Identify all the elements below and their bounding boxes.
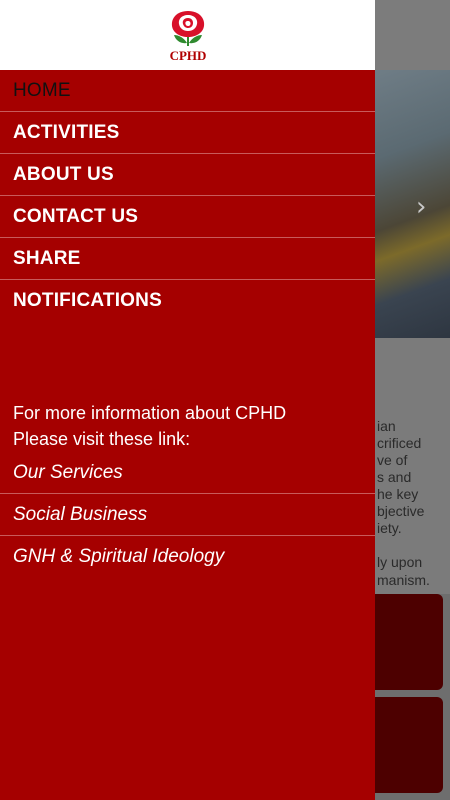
background-text-line: ve of [377,452,408,468]
info-text: For more information about CPHD Please v… [13,400,286,452]
background-text-line: s and [377,469,412,485]
link-gnh-spiritual-ideology[interactable]: GNH & Spiritual Ideology [0,536,375,578]
menu-item-contact-us[interactable]: CONTACT US [0,196,375,238]
navigation-drawer: CPHD HOME ACTIVITIES ABOUT US CONTACT US… [0,0,375,800]
background-text-line: ian [377,418,396,434]
background-text-line: iety. [377,520,402,536]
info-line: For more information about CPHD [13,403,287,423]
drawer-menu: HOME ACTIVITIES ABOUT US CONTACT US SHAR… [0,70,375,322]
background-text-line: manism. [377,572,430,588]
link-social-business[interactable]: Social Business [0,494,375,536]
background-tile[interactable] [375,594,443,690]
background-content-text: ian crificed ve of s and he key bjective… [375,338,450,594]
menu-item-notifications[interactable]: NOTIFICATIONS [0,280,375,322]
background-tile[interactable] [375,697,443,793]
drawer-links: Our Services Social Business GNH & Spiri… [0,452,375,578]
logo-text: CPHD [169,48,207,63]
cphd-logo: CPHD [163,8,213,63]
background-text-line: crificed [377,435,422,451]
rose-icon [171,11,205,46]
background-text-line: he key [377,486,419,502]
background-text-line: bjective [377,503,425,519]
background-text-line: ly upon [377,554,423,570]
chevron-right-icon[interactable]: › [416,192,426,222]
menu-item-activities[interactable]: ACTIVITIES [0,112,375,154]
info-line: Please visit these link: [13,429,191,449]
menu-item-home[interactable]: HOME [0,70,375,112]
drawer-header: CPHD [0,0,375,70]
menu-item-share[interactable]: SHARE [0,238,375,280]
link-our-services[interactable]: Our Services [0,452,375,494]
background-banner-image[interactable] [375,70,450,338]
menu-item-about-us[interactable]: ABOUT US [0,154,375,196]
